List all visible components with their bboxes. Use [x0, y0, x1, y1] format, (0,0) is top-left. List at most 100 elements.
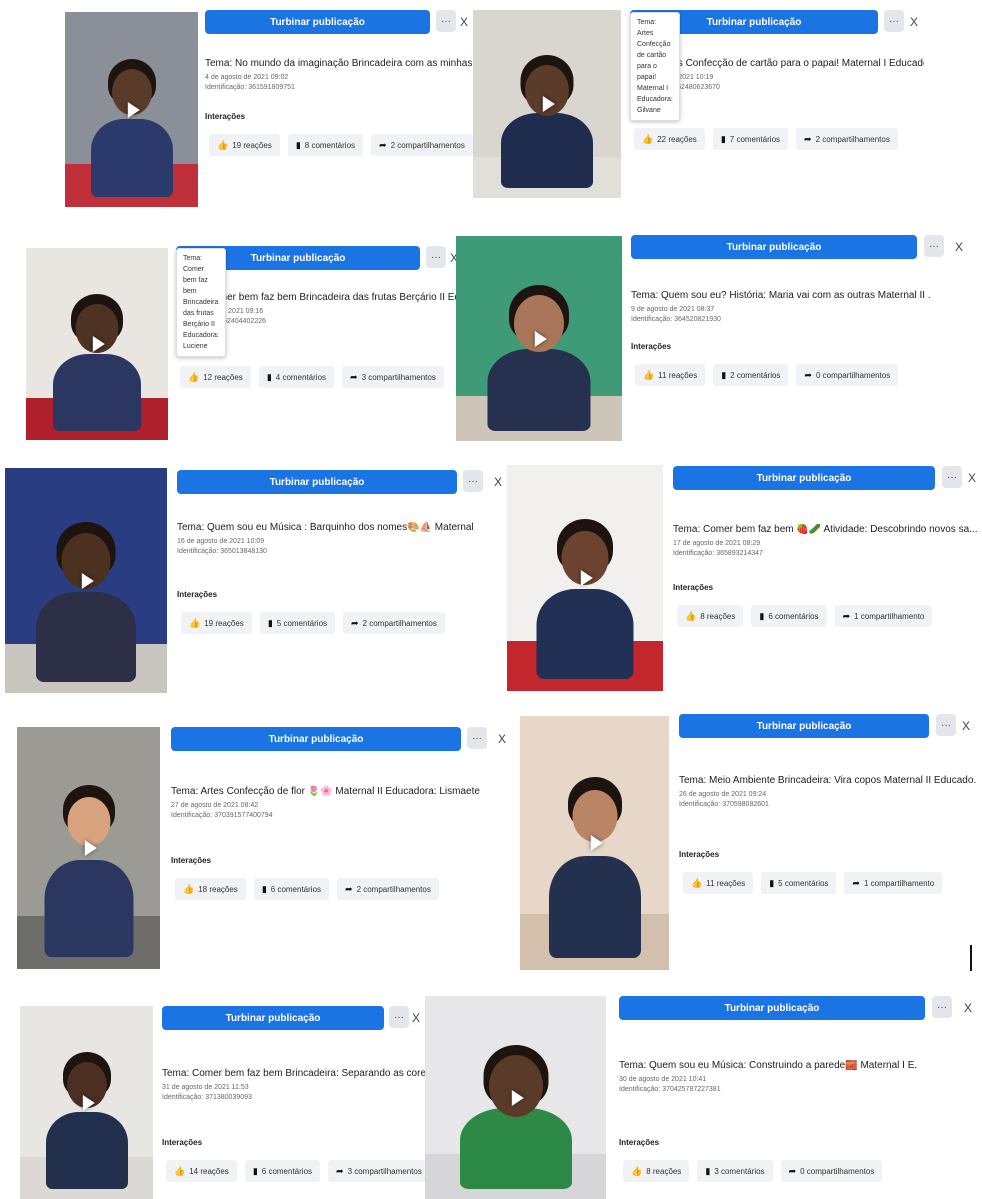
post-title[interactable]: Tema: Comer bem faz bem Brincadeira: Sep… [162, 1068, 429, 1079]
post-title[interactable]: Tema: Comer bem faz bem 🍓🥒 Atividade: De… [673, 524, 977, 535]
shares-pill[interactable]: ➦ 2 compartilhamentos [343, 612, 445, 634]
shares-pill[interactable]: ➦ 0 compartilhamentos [796, 364, 899, 386]
comments-pill[interactable]: ▮ 5 comentários [761, 872, 837, 894]
shares-pill[interactable]: ➦ 2 compartilhamentos [371, 134, 473, 156]
play-icon[interactable] [534, 330, 547, 347]
reactions-pill[interactable]: 👍 14 reações [166, 1160, 237, 1182]
reactions-pill[interactable]: 👍 18 reações [175, 878, 246, 900]
more-options-button[interactable]: ··· [389, 1006, 409, 1028]
post-title[interactable]: Tema: Quem sou eu? História: Maria vai c… [631, 290, 931, 301]
more-options-button[interactable]: ··· [436, 10, 456, 32]
video-thumbnail[interactable] [65, 12, 198, 207]
play-icon[interactable] [82, 1094, 95, 1111]
comments-pill[interactable]: ▮ 2 comentários [713, 364, 789, 386]
play-icon[interactable] [590, 835, 603, 851]
shares-pill[interactable]: ➦ 0 compartilhamentos [780, 1160, 883, 1182]
shares-pill[interactable]: ➦ 2 compartilhamentos [796, 128, 898, 150]
video-thumbnail[interactable] [5, 468, 167, 693]
play-icon[interactable] [580, 570, 593, 586]
shares-pill[interactable]: ➦ 3 compartilhamentos [328, 1160, 430, 1182]
boost-post-button[interactable]: Turbinar publicação [631, 235, 917, 259]
reactions-pill[interactable]: 👍 8 reações [677, 605, 744, 627]
post-title[interactable]: Tema: Quem sou eu Música: Construindo a … [619, 1060, 917, 1071]
post-title[interactable]: Tema: Quem sou eu Música : Barquinho dos… [177, 522, 474, 533]
shares-pill[interactable]: ➦ 1 compartilhamento [844, 872, 943, 894]
post-date: 17 de agosto de 2021 08:29 [673, 540, 761, 547]
post-identification: Identificação: 371380039093 [162, 1094, 252, 1101]
video-thumbnail[interactable] [520, 716, 669, 970]
more-options-button[interactable]: ··· [936, 714, 956, 736]
reactions-pill[interactable]: 👍 11 reações [683, 872, 754, 894]
play-icon[interactable] [92, 336, 105, 352]
comments-pill[interactable]: ▮ 8 comentários [287, 134, 364, 156]
reactions-pill[interactable]: 👍 22 reações [634, 128, 705, 150]
close-icon[interactable]: X [412, 1011, 420, 1025]
interactions-label: Interações [171, 856, 212, 865]
play-icon[interactable] [127, 101, 140, 118]
video-thumbnail[interactable] [425, 996, 606, 1199]
shares-pill[interactable]: ➦ 2 compartilhamentos [337, 878, 439, 900]
reactions-pill[interactable]: 👍 11 reações [635, 364, 706, 386]
share-icon: ➦ [788, 1165, 797, 1176]
reactions-pill[interactable]: 👍 8 reações [623, 1160, 690, 1182]
post-title[interactable]: Tema: Artes Confecção de flor 🌷🌸 Materna… [171, 786, 480, 797]
comments-pill[interactable]: ▮ 3 comentários [697, 1160, 773, 1182]
play-icon[interactable] [511, 1089, 524, 1106]
text-cursor [970, 945, 972, 971]
thumbs-up-icon: 👍 [189, 617, 201, 628]
more-options-button[interactable]: ··· [924, 235, 944, 257]
post-title[interactable]: Tema: Meio Ambiente Brincadeira: Vira co… [679, 775, 976, 786]
comments-pill[interactable]: ▮ 6 comentários [244, 1160, 321, 1182]
interactions-label: Interações [177, 590, 218, 599]
comments-pill[interactable]: ▮ 7 comentários [712, 128, 789, 150]
post-date: 4 de agosto de 2021 09:02 [205, 74, 289, 81]
share-icon: ➦ [351, 617, 359, 628]
boost-post-button[interactable]: Turbinar publicação [177, 470, 457, 494]
boost-post-button[interactable]: Turbinar publicação [171, 727, 461, 751]
reactions-pill[interactable]: 👍 19 reações [181, 612, 252, 634]
close-icon[interactable]: X [460, 15, 468, 29]
interaction-stats: 👍 11 reações ▮ 2 comentários ➦ 0 compartilham… [635, 364, 899, 386]
close-icon[interactable]: X [498, 732, 506, 746]
video-thumbnail[interactable] [456, 236, 622, 441]
post-title[interactable]: Tema: No mundo da imaginação Brincadeira… [205, 58, 476, 69]
interactions-label: Interações [162, 1138, 203, 1147]
post-identification: Identificação: 361591809751 [205, 84, 295, 91]
boost-post-button[interactable]: Turbinar publicação [673, 466, 935, 490]
play-icon[interactable] [84, 840, 97, 856]
more-options-button[interactable]: ··· [884, 10, 904, 32]
close-icon[interactable]: X [964, 1001, 972, 1015]
more-options-button[interactable]: ··· [942, 466, 962, 488]
person-torso [90, 119, 173, 197]
close-icon[interactable]: X [910, 15, 918, 29]
shares-pill[interactable]: ➦ 1 compartilhamento [834, 605, 933, 627]
comments-pill[interactable]: ▮ 6 comentários [253, 878, 330, 900]
more-options-button[interactable]: ··· [426, 246, 446, 268]
close-icon[interactable]: X [494, 475, 502, 489]
video-thumbnail[interactable] [26, 248, 168, 440]
reactions-pill[interactable]: 👍 19 reações [209, 134, 280, 156]
comment-icon: ▮ [720, 133, 726, 144]
play-icon[interactable] [542, 96, 555, 112]
comments-pill[interactable]: ▮ 6 comentários [751, 605, 827, 627]
boost-post-button[interactable]: Turbinar publicação [205, 10, 430, 34]
more-options-button[interactable]: ··· [467, 727, 487, 749]
video-thumbnail[interactable] [473, 10, 621, 198]
boost-post-button[interactable]: Turbinar publicação [619, 996, 925, 1020]
boost-post-button[interactable]: Turbinar publicação [162, 1006, 384, 1030]
boost-post-button[interactable]: Turbinar publicação [679, 714, 929, 738]
comments-pill[interactable]: ▮ 5 comentários [259, 612, 336, 634]
more-options-button[interactable]: ··· [932, 996, 952, 1018]
more-options-button[interactable]: ··· [463, 470, 483, 492]
video-thumbnail[interactable] [507, 465, 663, 691]
reactions-pill[interactable]: 👍 12 reações [180, 366, 251, 388]
video-thumbnail[interactable] [20, 1006, 153, 1199]
comments-pill[interactable]: ▮ 4 comentários [258, 366, 335, 388]
video-thumbnail[interactable] [17, 727, 160, 969]
interactions-label: Interações [619, 1138, 660, 1147]
play-icon[interactable] [81, 572, 94, 589]
close-icon[interactable]: X [968, 471, 976, 485]
close-icon[interactable]: X [962, 719, 970, 733]
shares-pill[interactable]: ➦ 3 compartilhamentos [342, 366, 444, 388]
close-icon[interactable]: X [955, 240, 963, 254]
